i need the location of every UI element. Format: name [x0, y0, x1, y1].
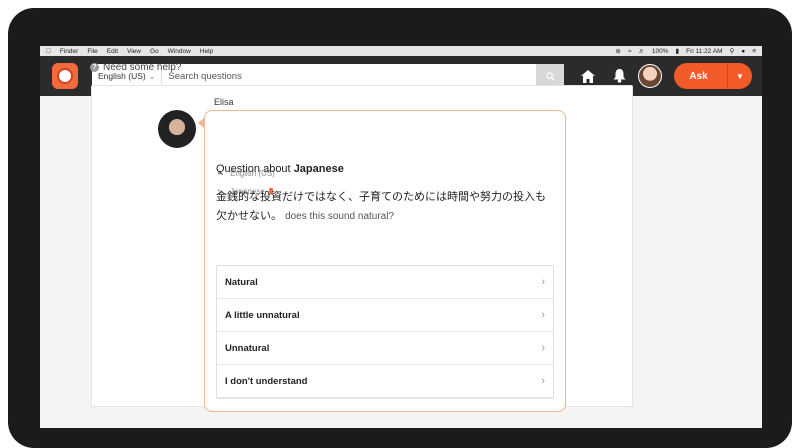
caret-down-icon[interactable]: ▼ [728, 72, 752, 81]
option-label: Natural [225, 276, 258, 288]
question-author-name[interactable]: Elisa [214, 97, 234, 107]
mac-menubar:  Finder File Edit View Go Window Help ⊛… [40, 46, 762, 56]
bell-icon[interactable] [611, 68, 627, 84]
question-body: 金銭的な投資だけではなく、子育てのためには時間や努力の投入も欠かせない。 doe… [216, 188, 552, 226]
wifi-icon[interactable]: ≈ [628, 48, 632, 55]
ask-button-label: Ask [689, 70, 708, 82]
question-title: Question about Japanese [216, 163, 344, 175]
option-a-little-unnatural[interactable]: A little unnatural › [217, 299, 553, 332]
question-body-english: does this sound natural? [285, 211, 395, 222]
menu-edit[interactable]: Edit [107, 48, 118, 55]
user-avatar[interactable] [638, 64, 662, 88]
notification-center-icon[interactable]: ≡ [752, 48, 756, 55]
spotlight-icon[interactable]: ⚲ [730, 47, 735, 55]
home-icon[interactable] [580, 68, 596, 84]
menu-window[interactable]: Window [168, 48, 191, 55]
option-natural[interactable]: Natural › [217, 266, 553, 299]
question-title-language: Japanese [293, 163, 344, 175]
chevron-right-icon: › [541, 309, 545, 321]
option-label: A little unnatural [225, 309, 300, 321]
question-title-prefix: Question about [216, 163, 291, 175]
help-text: Need some help? [103, 62, 182, 73]
bluetooth-icon[interactable]: ⊛ [615, 47, 620, 55]
menu-file[interactable]: File [87, 48, 97, 55]
answer-options: Natural › A little unnatural › Unnatural… [216, 265, 554, 399]
ask-button[interactable]: Ask ▼ [674, 63, 752, 89]
menubar-clock[interactable]: Fri 11:22 AM [686, 48, 722, 55]
chevron-right-icon: › [541, 342, 545, 354]
menubar-status: ⊛ ≈ ♬ 100% ▮ Fri 11:22 AM ⚲ ● ≡ [608, 47, 756, 56]
search-icon [545, 71, 555, 81]
menu-go[interactable]: Go [150, 48, 159, 55]
volume-icon[interactable]: ♬ [638, 48, 645, 55]
chevron-right-icon: › [541, 276, 545, 288]
battery-percent: 100% [651, 47, 669, 55]
menu-help[interactable]: Help [200, 48, 213, 55]
battery-icon[interactable]: ▮ [676, 47, 680, 55]
menu-finder[interactable]: Finder [60, 48, 78, 55]
question-author-avatar[interactable] [158, 110, 196, 148]
chevron-right-icon: › [541, 375, 545, 387]
apple-icon[interactable]:  [46, 48, 51, 55]
help-link[interactable]: ? Need some help? [90, 62, 181, 73]
menu-view[interactable]: View [127, 48, 141, 55]
option-unnatural[interactable]: Unnatural › [217, 332, 553, 365]
option-label: I don't understand [225, 375, 308, 387]
option-i-dont-understand[interactable]: I don't understand › [217, 365, 553, 398]
app-logo[interactable] [52, 63, 78, 89]
logo-face-icon [57, 68, 73, 84]
help-icon: ? [90, 63, 99, 72]
option-label: Unnatural [225, 342, 270, 354]
search-input[interactable] [162, 66, 564, 86]
siri-icon[interactable]: ● [741, 48, 745, 55]
